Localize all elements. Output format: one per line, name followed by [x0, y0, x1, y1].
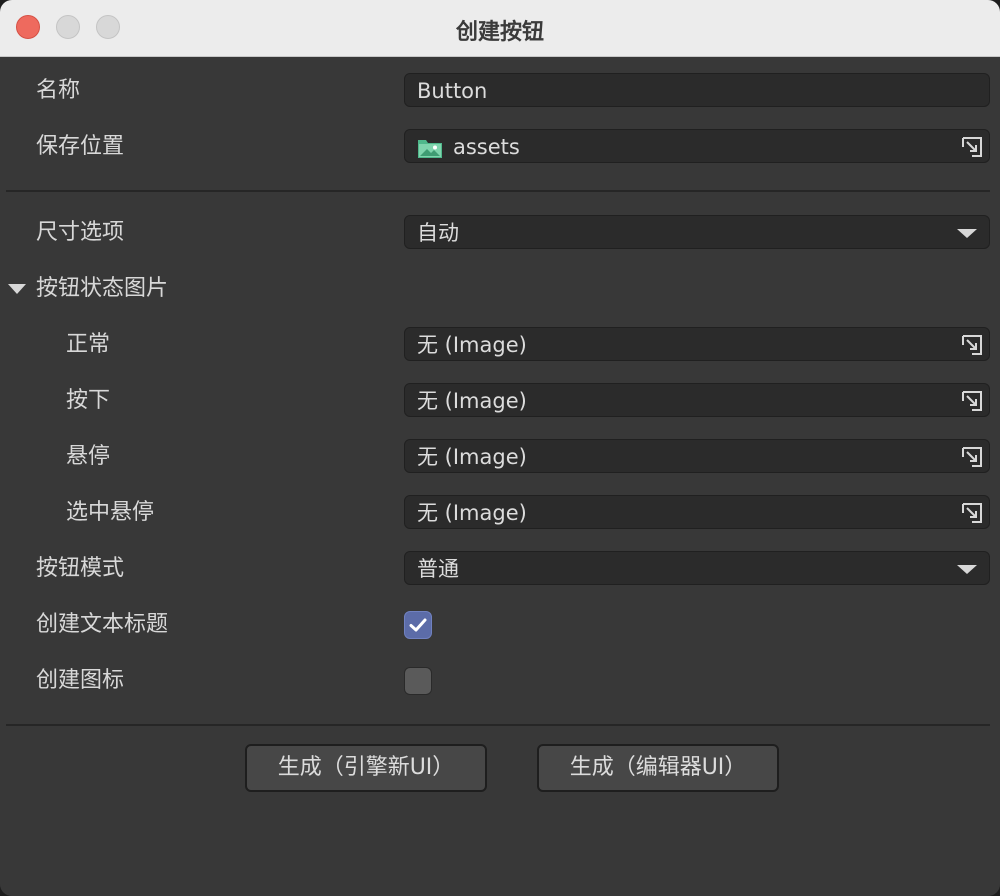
generate-engine-ui-button[interactable]: 生成（引擎新UI）: [245, 744, 487, 792]
create-text-title-label: 创建文本标题: [36, 612, 169, 637]
object-picker-icon[interactable]: [961, 136, 983, 158]
checkmark-icon: [409, 618, 427, 632]
name-label: 名称: [36, 78, 81, 103]
object-picker-icon[interactable]: [961, 446, 983, 468]
generate-editor-ui-button[interactable]: 生成（编辑器UI）: [537, 744, 779, 792]
divider: [6, 190, 990, 192]
save-location-label: 保存位置: [36, 134, 125, 159]
save-location-value: assets: [453, 135, 520, 159]
hover-image-label: 悬停: [66, 444, 111, 469]
pressed-image-label: 按下: [66, 388, 111, 413]
object-picker-icon[interactable]: [961, 390, 983, 412]
object-picker-icon[interactable]: [961, 502, 983, 524]
window-title: 创建按钮: [455, 20, 544, 45]
name-input[interactable]: Button: [404, 73, 990, 107]
size-option-dropdown[interactable]: 自动: [404, 215, 990, 249]
foldout-triangle-icon[interactable]: [8, 284, 26, 294]
button-mode-dropdown[interactable]: 普通: [404, 551, 990, 585]
save-location-field[interactable]: assets: [404, 129, 990, 163]
folder-icon: [418, 140, 442, 158]
normal-image-label: 正常: [66, 332, 111, 357]
state-images-foldout-label[interactable]: 按钮状态图片: [36, 275, 168, 303]
form-panel: 名称 Button 保存位置 assets 尺寸选项 自动 按钮状态图片 正常 …: [0, 57, 1000, 896]
title-bar: 创建按钮: [0, 0, 1000, 57]
chevron-down-icon: [957, 565, 977, 574]
create-icon-checkbox[interactable]: [404, 667, 432, 695]
normal-image-field[interactable]: 无 (Image): [404, 327, 990, 361]
create-icon-label: 创建图标: [36, 668, 125, 693]
selected-hover-image-field[interactable]: 无 (Image): [404, 495, 990, 529]
selected-hover-image-value: 无 (Image): [417, 501, 527, 525]
hover-image-field[interactable]: 无 (Image): [404, 439, 990, 473]
hover-image-value: 无 (Image): [417, 445, 527, 469]
pressed-image-field[interactable]: 无 (Image): [404, 383, 990, 417]
size-option-value: 自动: [417, 221, 459, 245]
object-picker-icon[interactable]: [961, 334, 983, 356]
create-text-title-checkbox[interactable]: [404, 611, 432, 639]
name-input-value: Button: [417, 79, 488, 103]
chevron-down-icon: [957, 229, 977, 238]
divider: [6, 724, 990, 726]
dialog-window: 创建按钮 名称 Button 保存位置 assets 尺寸选项 自动 按钮状态图…: [0, 0, 1000, 896]
size-option-label: 尺寸选项: [36, 220, 125, 245]
button-mode-label: 按钮模式: [36, 556, 125, 581]
pressed-image-value: 无 (Image): [417, 389, 527, 413]
button-mode-value: 普通: [417, 557, 459, 581]
normal-image-value: 无 (Image): [417, 333, 527, 357]
selected-hover-image-label: 选中悬停: [66, 500, 155, 525]
